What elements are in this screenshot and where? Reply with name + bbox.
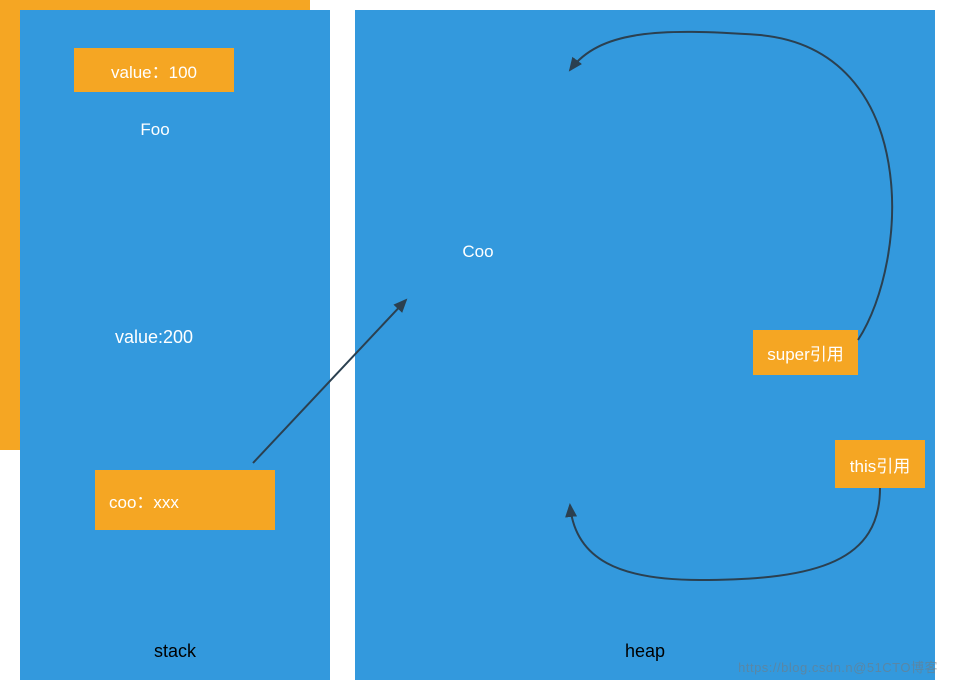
foo-value-box: value：100	[74, 48, 234, 92]
coo-value-box: value:200	[48, 282, 260, 392]
foo-object-box: value：100 Foo	[36, 28, 274, 228]
heap-label: heap	[625, 641, 665, 662]
super-ref-box: super引用	[753, 330, 858, 375]
this-ref-box: this引用	[835, 440, 925, 488]
this-ref-text: this引用	[850, 452, 910, 477]
super-ref-text: super引用	[767, 340, 844, 365]
foo-label: Foo	[140, 120, 169, 140]
coo-ref-text: coo：xxx	[109, 488, 179, 513]
stack-label: stack	[154, 641, 196, 662]
coo-value-text: value:200	[115, 327, 193, 348]
foo-value-text: value：100	[111, 58, 197, 83]
stack-coo-ref-box: coo：xxx	[95, 470, 275, 530]
coo-label: Coo	[462, 242, 493, 262]
watermark: https://blog.csdn.n@51CTO博客	[738, 657, 938, 676]
